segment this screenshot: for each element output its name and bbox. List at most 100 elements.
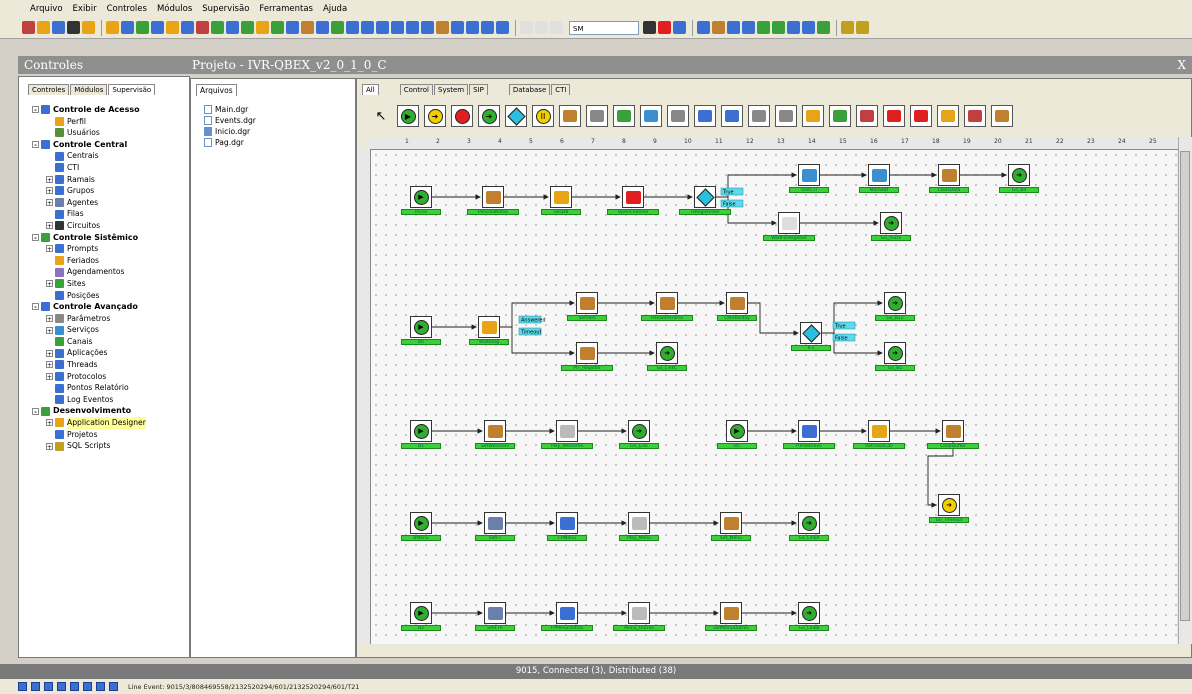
tab-sip[interactable]: SIP (469, 84, 488, 95)
flow-node[interactable]: ➜ Go_Inicio (871, 212, 911, 241)
palette-component-icon[interactable] (559, 105, 581, 127)
toolbar-button-icon[interactable] (82, 21, 95, 34)
palette-component-icon[interactable] (829, 105, 851, 127)
palette-component-icon[interactable]: ➜ (424, 105, 446, 127)
flow-node[interactable]: ➜ Go_B0 (999, 164, 1039, 193)
palette-component-icon[interactable]: ➜ (478, 105, 500, 127)
toolbar-button-icon[interactable] (817, 21, 830, 34)
toolbar-button-icon[interactable] (466, 21, 479, 34)
expand-toggle-icon[interactable]: - (32, 233, 39, 242)
toolbar-combo[interactable]: SM (569, 20, 639, 35)
toolbar-button-icon[interactable] (856, 21, 869, 34)
toolbar-button-icon[interactable] (841, 21, 854, 34)
bottom-button-icon[interactable] (31, 682, 40, 691)
flow-node[interactable]: PeliculaNotas (467, 186, 519, 215)
tree-item[interactable]: Filas (32, 208, 192, 220)
palette-component-icon[interactable] (964, 105, 986, 127)
tree-item[interactable]: Projetos (32, 429, 192, 441)
tree-item[interactable]: + Application Designer (32, 417, 192, 429)
flow-node[interactable]: UsoDB (541, 186, 581, 215)
close-icon[interactable]: X (1177, 56, 1186, 74)
tree-item[interactable]: CTI (32, 162, 192, 174)
expand-toggle-icon[interactable]: + (46, 326, 53, 335)
toolbar-button-icon[interactable] (643, 21, 656, 34)
tab-database[interactable]: Database (508, 84, 551, 95)
tree-item[interactable]: Feriados (32, 255, 192, 267)
toolbar-button-icon[interactable] (697, 21, 710, 34)
flow-node[interactable]: ReloadParams (641, 292, 693, 321)
file-item[interactable]: Inicio.dgr (204, 126, 344, 137)
tree-item[interactable]: + Sites (32, 278, 192, 290)
palette-component-icon[interactable] (991, 105, 1013, 127)
toolbar-button-icon[interactable] (742, 21, 755, 34)
toolbar-button-icon[interactable] (22, 21, 35, 34)
toolbar-button-icon[interactable] (496, 21, 509, 34)
tree-item[interactable]: - Controle de Acesso (32, 104, 192, 116)
flow-canvas[interactable]: True False Answered Timeout True False ▶ Inici… (371, 150, 1177, 644)
tree-item[interactable]: Pontos Relatório (32, 382, 192, 394)
flow-node[interactable]: SetVars (567, 292, 607, 321)
toolbar-button-icon[interactable] (535, 21, 548, 34)
flow-node[interactable]: ➜ Go_B1 (875, 342, 915, 371)
flow-node[interactable]: ➜ Go_LinkB (789, 602, 829, 631)
toolbar-button-icon[interactable] (520, 21, 533, 34)
tab-supervisao[interactable]: Supervisão (108, 84, 156, 95)
palette-component-icon[interactable]: II (532, 105, 554, 127)
tab-system[interactable]: System (434, 84, 469, 95)
tree-item[interactable]: Perfil (32, 116, 192, 128)
palette-component-icon[interactable]: ↖ (370, 105, 392, 127)
expand-toggle-icon[interactable]: + (46, 175, 53, 184)
expand-toggle-icon[interactable]: + (46, 314, 53, 323)
flow-node[interactable]: UseCTI (789, 164, 829, 193)
tree-item[interactable]: + Circuitos (32, 220, 192, 232)
tree-item[interactable]: Posições (32, 290, 192, 302)
file-item[interactable]: Main.dgr (204, 104, 344, 115)
toolbar-button-icon[interactable] (673, 21, 686, 34)
toolbar-button-icon[interactable] (376, 21, 389, 34)
palette-component-icon[interactable] (586, 105, 608, 127)
toolbar-button-icon[interactable] (67, 21, 80, 34)
bottom-button-icon[interactable] (96, 682, 105, 691)
tab-arquivos[interactable]: Arquivos (196, 84, 237, 96)
expand-toggle-icon[interactable]: + (46, 349, 53, 358)
toolbar-button-icon[interactable] (256, 21, 269, 34)
file-item[interactable]: Pag.dgr (204, 137, 344, 148)
flow-node[interactable]: ClearBuffer (927, 420, 979, 449)
flow-node[interactable]: RetrieveCall (853, 420, 905, 449)
toolbar-button-icon[interactable] (151, 21, 164, 34)
flow-node[interactable]: WaitForRegister (763, 212, 815, 241)
palette-component-icon[interactable] (910, 105, 932, 127)
toolbar-button-icon[interactable] (136, 21, 149, 34)
tree-item[interactable]: + Aplicações (32, 347, 192, 359)
palette-component-icon[interactable] (451, 105, 473, 127)
bottom-button-icon[interactable] (70, 682, 79, 691)
flow-node[interactable]: SetFTA (475, 602, 515, 631)
flow-node[interactable]: Menu_Outros (613, 602, 665, 631)
tree-item[interactable]: + Serviços (32, 324, 192, 336)
toolbar-button-icon[interactable] (211, 21, 224, 34)
palette-component-icon[interactable] (802, 105, 824, 127)
palette-component-icon[interactable] (694, 105, 716, 127)
flow-node[interactable]: Set_Menu (711, 512, 751, 541)
tree-item[interactable]: - Controle Central (32, 139, 192, 151)
toolbar-button-icon[interactable] (331, 21, 344, 34)
scrollbar-thumb[interactable] (1180, 151, 1190, 621)
flow-node[interactable]: FPMenu (547, 512, 587, 541)
tree-item[interactable]: + Protocolos (32, 371, 192, 383)
tree-item[interactable]: + Agentes (32, 197, 192, 209)
tab-cti[interactable]: CTI (551, 84, 571, 95)
flow-node[interactable]: ➜ Go_Timeout (929, 494, 969, 523)
toolbar-button-icon[interactable] (658, 21, 671, 34)
flow-node[interactable]: WaitRing (469, 316, 509, 345)
toolbar-button-icon[interactable] (550, 21, 563, 34)
flow-node[interactable]: PIT_Register (561, 342, 613, 371)
palette-component-icon[interactable] (883, 105, 905, 127)
flow-node[interactable]: ➜ Go_B12 (875, 292, 915, 321)
bottom-button-icon[interactable] (109, 682, 118, 691)
palette-component-icon[interactable] (856, 105, 878, 127)
toolbar-button-icon[interactable] (802, 21, 815, 34)
toolbar-button-icon[interactable] (712, 21, 725, 34)
tree-item[interactable]: + Prompts (32, 243, 192, 255)
toolbar-button-icon[interactable] (391, 21, 404, 34)
flow-node[interactable]: FPMenuOutros (541, 602, 593, 631)
